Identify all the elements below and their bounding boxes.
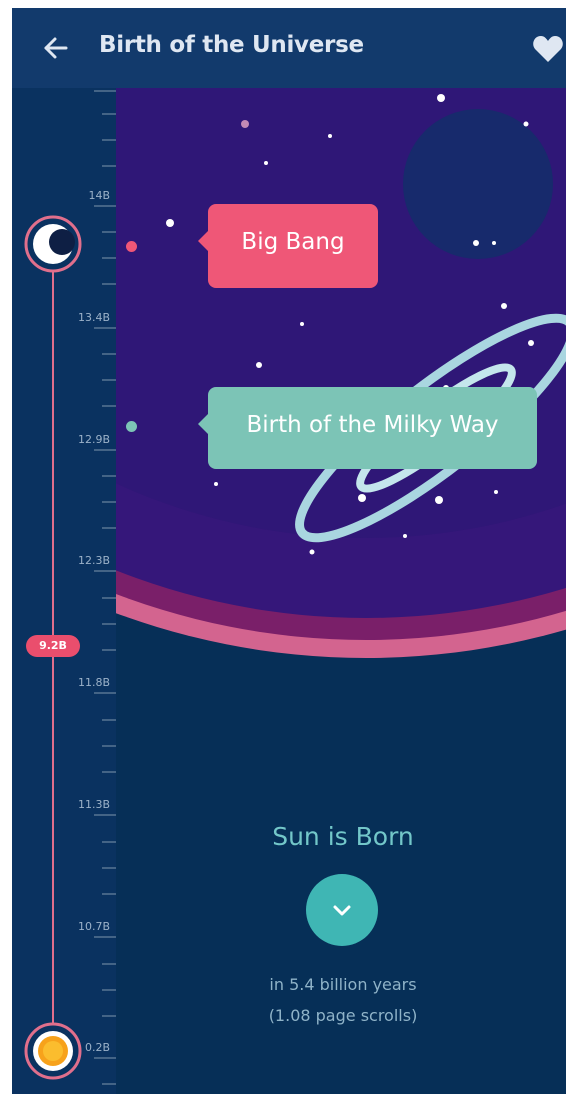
next-event-title: Sun is Born xyxy=(272,822,414,851)
event-label: Big Bang xyxy=(241,229,345,255)
tick-label: 13.4B xyxy=(77,311,110,324)
event-dot-milky-way xyxy=(126,421,137,432)
next-event-scrolls: (1.08 page scrolls) xyxy=(268,1006,418,1025)
tick-label: 11.3B xyxy=(77,798,110,811)
event-label: Birth of the Milky Way xyxy=(246,412,499,438)
heart-icon[interactable] xyxy=(532,34,564,64)
tick-label: 12.3B xyxy=(77,554,110,567)
event-dot-big-bang xyxy=(126,241,137,252)
distant-moon xyxy=(403,109,553,259)
scroll-next-button[interactable] xyxy=(306,874,378,946)
timeline-rail[interactable]: 14B 13.4B 12.9B 12.3B 11.8B 11.3B 10.7B … xyxy=(12,88,116,1094)
app-bar: Birth of the Universe xyxy=(12,8,566,88)
page-title: Birth of the Universe xyxy=(99,32,364,58)
next-event-eta: in 5.4 billion years xyxy=(269,975,417,994)
app-screen: 14B 13.4B 12.9B 12.3B 11.8B 11.3B 10.7B … xyxy=(12,8,566,1094)
current-position-badge[interactable]: 9.2B xyxy=(26,635,80,657)
tick-label: 14B xyxy=(88,189,110,202)
event-bubble-big-bang[interactable]: Big Bang xyxy=(198,204,378,288)
tick-label: 12.9B xyxy=(77,433,110,446)
tick-label: 11.8B xyxy=(77,676,110,689)
ruler-ticks xyxy=(94,90,116,1085)
moon-icon[interactable] xyxy=(24,215,82,273)
arrow-left-icon[interactable] xyxy=(38,30,74,66)
event-bubble-milky-way[interactable]: Birth of the Milky Way xyxy=(198,387,537,469)
chevron-down-icon xyxy=(333,905,351,916)
tick-label: 10.7B xyxy=(77,920,110,933)
sun-icon[interactable] xyxy=(24,1022,82,1080)
